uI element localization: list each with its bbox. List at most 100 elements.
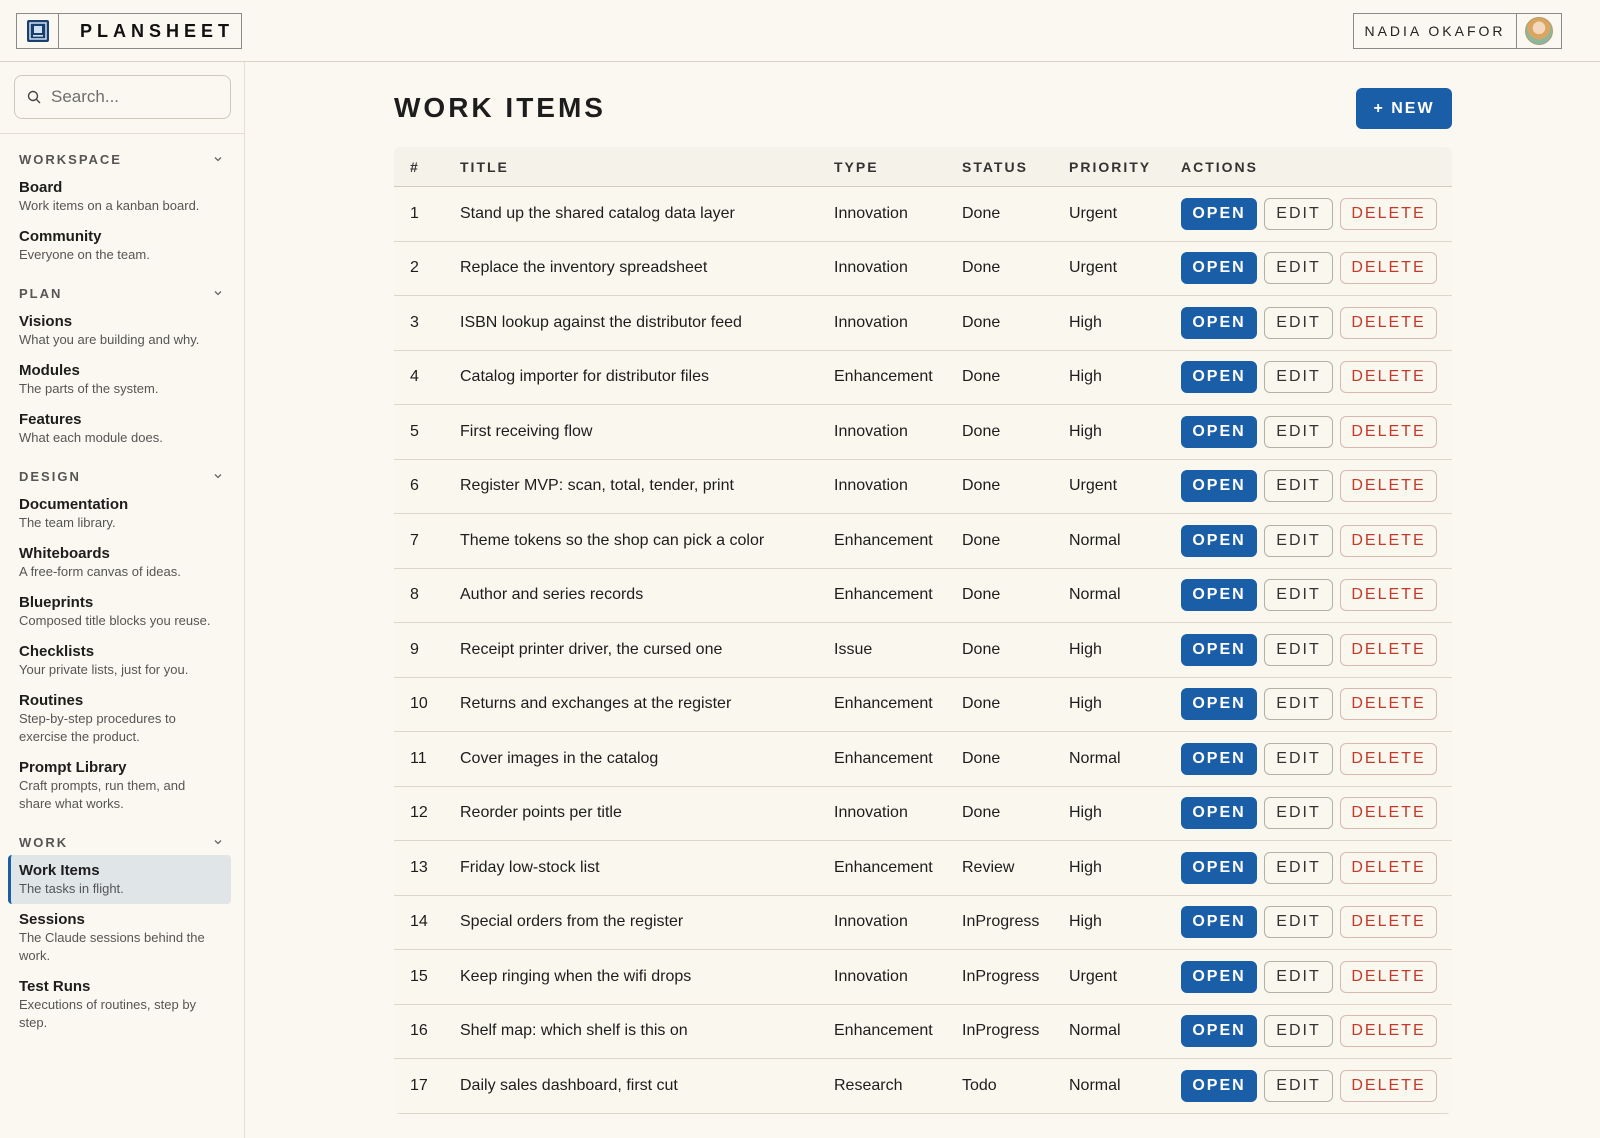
sidebar-item-whiteboards[interactable]: Whiteboards A free-form canvas of ideas. <box>8 538 231 587</box>
sidebar-item-routines[interactable]: Routines Step-by-step procedures to exerc… <box>8 685 231 752</box>
table-row[interactable]: 3 ISBN lookup against the distributor fee… <box>394 296 1452 351</box>
column-header-title[interactable]: TITLE <box>460 159 834 175</box>
delete-button[interactable]: DELETE <box>1340 851 1437 884</box>
section-header-plan[interactable]: PLAN <box>0 280 244 306</box>
chevron-down-icon[interactable] <box>213 288 223 298</box>
table-row[interactable]: 8 Author and series records Enhancement Don… <box>394 569 1452 623</box>
delete-button[interactable]: DELETE <box>1340 579 1437 612</box>
chevron-down-icon[interactable] <box>213 154 223 164</box>
edit-button[interactable]: EDIT <box>1264 906 1333 939</box>
open-button[interactable]: OPEN <box>1181 306 1257 339</box>
chevron-down-icon[interactable] <box>213 471 223 481</box>
chevron-down-icon[interactable] <box>213 837 223 847</box>
open-button[interactable]: OPEN <box>1181 1069 1257 1102</box>
sidebar-item-board[interactable]: Board Work items on a kanban board. <box>8 172 231 221</box>
edit-button[interactable]: EDIT <box>1264 742 1333 775</box>
edit-button[interactable]: EDIT <box>1264 252 1333 285</box>
edit-button[interactable]: EDIT <box>1264 579 1333 612</box>
column-header-priority[interactable]: PRIORITY <box>1069 159 1181 175</box>
open-button[interactable]: OPEN <box>1181 524 1257 557</box>
edit-button[interactable]: EDIT <box>1264 1069 1333 1102</box>
table-row[interactable]: 7 Theme tokens so the shop can pick a col… <box>394 514 1452 569</box>
delete-button[interactable]: DELETE <box>1340 415 1437 448</box>
column-header-number[interactable]: # <box>394 159 460 175</box>
section-header-workspace[interactable]: WORKSPACE <box>0 146 244 172</box>
search-box[interactable] <box>14 75 231 119</box>
delete-button[interactable]: DELETE <box>1340 306 1437 339</box>
open-button[interactable]: OPEN <box>1181 579 1257 612</box>
open-button[interactable]: OPEN <box>1181 470 1257 503</box>
delete-button[interactable]: DELETE <box>1340 688 1437 721</box>
sidebar-item-community[interactable]: Community Everyone on the team. <box>8 221 231 270</box>
delete-button[interactable]: DELETE <box>1340 1069 1437 1102</box>
table-row[interactable]: 14 Special orders from the register Innova… <box>394 896 1452 950</box>
sidebar-item-blueprints[interactable]: Blueprints Composed title blocks you reus… <box>8 587 231 636</box>
edit-button[interactable]: EDIT <box>1264 797 1333 830</box>
table-row[interactable]: 12 Reorder points per title Innovation Done… <box>394 787 1452 841</box>
table-row[interactable]: 4 Catalog importer for distributor files E… <box>394 351 1452 405</box>
sidebar-item-features[interactable]: Features What each module does. <box>8 404 231 453</box>
delete-button[interactable]: DELETE <box>1340 960 1437 993</box>
open-button[interactable]: OPEN <box>1181 688 1257 721</box>
edit-button[interactable]: EDIT <box>1264 306 1333 339</box>
table-row[interactable]: 5 First receiving flow Innovation Done High O… <box>394 405 1452 460</box>
sidebar-item-visions[interactable]: Visions What you are building and why. <box>8 306 231 355</box>
column-header-type[interactable]: TYPE <box>834 159 962 175</box>
delete-button[interactable]: DELETE <box>1340 906 1437 939</box>
open-button[interactable]: OPEN <box>1181 960 1257 993</box>
open-button[interactable]: OPEN <box>1181 1015 1257 1048</box>
delete-button[interactable]: DELETE <box>1340 252 1437 285</box>
delete-button[interactable]: DELETE <box>1340 797 1437 830</box>
sidebar-item-test-runs[interactable]: Test Runs Executions of routines, step by… <box>8 971 231 1038</box>
delete-button[interactable]: DELETE <box>1340 1015 1437 1048</box>
table-row[interactable]: 15 Keep ringing when the wifi drops Innova… <box>394 950 1452 1005</box>
open-button[interactable]: OPEN <box>1181 906 1257 939</box>
edit-button[interactable]: EDIT <box>1264 688 1333 721</box>
open-button[interactable]: OPEN <box>1181 415 1257 448</box>
table-row[interactable]: 13 Friday low-stock list Enhancement Review… <box>394 841 1452 896</box>
sidebar-item-sessions[interactable]: Sessions The Claude sessions behind the w… <box>8 904 231 971</box>
sidebar-item-prompt-library[interactable]: Prompt Library Craft prompts, run them, a… <box>8 752 231 819</box>
delete-button[interactable]: DELETE <box>1340 633 1437 666</box>
edit-button[interactable]: EDIT <box>1264 524 1333 557</box>
table-row[interactable]: 6 Register MVP: scan, total, tender, prin… <box>394 460 1452 514</box>
open-button[interactable]: OPEN <box>1181 252 1257 285</box>
avatar[interactable] <box>1517 14 1561 48</box>
open-button[interactable]: OPEN <box>1181 633 1257 666</box>
table-row[interactable]: 10 Returns and exchanges at the register E… <box>394 678 1452 732</box>
edit-button[interactable]: EDIT <box>1264 415 1333 448</box>
table-row[interactable]: 9 Receipt printer driver, the cursed one I… <box>394 623 1452 678</box>
edit-button[interactable]: EDIT <box>1264 470 1333 503</box>
table-row[interactable]: 16 Shelf map: which shelf is this on Enhan… <box>394 1005 1452 1059</box>
sidebar-item-modules[interactable]: Modules The parts of the system. <box>8 355 231 404</box>
delete-button[interactable]: DELETE <box>1340 742 1437 775</box>
open-button[interactable]: OPEN <box>1181 851 1257 884</box>
table-row[interactable]: 17 Daily sales dashboard, first cut Resear… <box>394 1059 1452 1114</box>
table-row[interactable]: 1 Stand up the shared catalog data layer I… <box>394 187 1452 242</box>
sidebar-item-work-items[interactable]: Work Items The tasks in flight. <box>8 855 231 904</box>
sidebar-item-checklists[interactable]: Checklists Your private lists, just for y… <box>8 636 231 685</box>
section-header-design[interactable]: DESIGN <box>0 463 244 489</box>
table-row[interactable]: 11 Cover images in the catalog Enhancement… <box>394 732 1452 787</box>
user-menu[interactable]: NADIA OKAFOR <box>1353 13 1562 49</box>
edit-button[interactable]: EDIT <box>1264 1015 1333 1048</box>
edit-button[interactable]: EDIT <box>1264 197 1333 230</box>
delete-button[interactable]: DELETE <box>1340 524 1437 557</box>
delete-button[interactable]: DELETE <box>1340 361 1437 394</box>
edit-button[interactable]: EDIT <box>1264 851 1333 884</box>
edit-button[interactable]: EDIT <box>1264 361 1333 394</box>
brand[interactable]: PLANSHEET <box>16 13 242 49</box>
open-button[interactable]: OPEN <box>1181 361 1257 394</box>
edit-button[interactable]: EDIT <box>1264 960 1333 993</box>
delete-button[interactable]: DELETE <box>1340 470 1437 503</box>
column-header-status[interactable]: STATUS <box>962 159 1069 175</box>
section-header-work[interactable]: WORK <box>0 829 244 855</box>
edit-button[interactable]: EDIT <box>1264 633 1333 666</box>
open-button[interactable]: OPEN <box>1181 742 1257 775</box>
open-button[interactable]: OPEN <box>1181 797 1257 830</box>
open-button[interactable]: OPEN <box>1181 197 1257 230</box>
new-work-item-button[interactable]: + NEW <box>1356 88 1452 129</box>
sidebar-item-documentation[interactable]: Documentation The team library. <box>8 489 231 538</box>
search-input[interactable] <box>51 87 221 107</box>
table-row[interactable]: 2 Replace the inventory spreadsheet Innova… <box>394 242 1452 296</box>
